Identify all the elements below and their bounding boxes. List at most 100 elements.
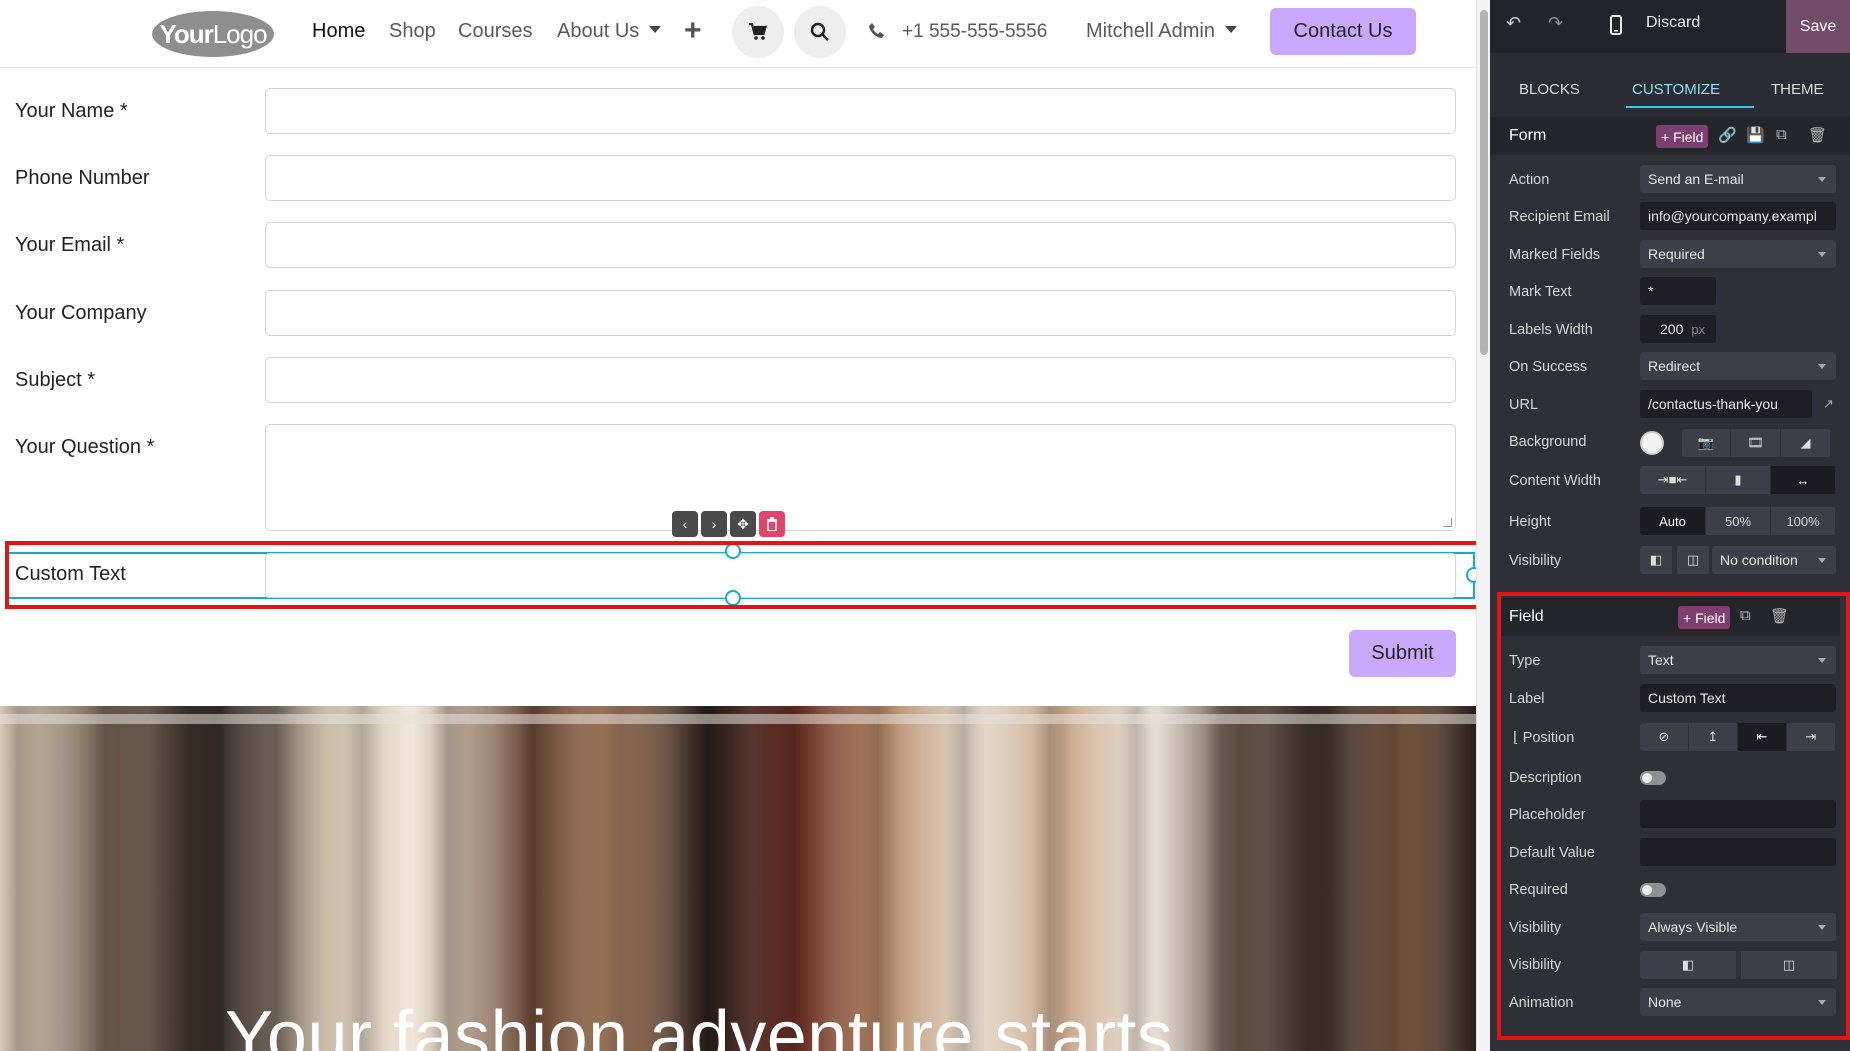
- nav-about-us[interactable]: About Us: [557, 20, 662, 43]
- cart-button[interactable]: [732, 6, 784, 58]
- url-input[interactable]: /contactus-thank-you: [1640, 390, 1812, 418]
- redo-icon[interactable]: ↷: [1548, 13, 1563, 34]
- mark-text-input[interactable]: *: [1640, 277, 1716, 305]
- height-50-button[interactable]: 50%: [1706, 507, 1771, 535]
- chevron-down-icon: [1224, 26, 1237, 33]
- url-label: URL: [1509, 397, 1539, 413]
- field-panel-highlight: [1497, 592, 1850, 1040]
- content-width-narrow-button[interactable]: ⇥■⇤: [1640, 466, 1706, 494]
- background-gradient-button[interactable]: ◢: [1781, 429, 1831, 457]
- hide-desktop-button[interactable]: ◧: [1640, 546, 1673, 574]
- desktop-hidden-icon: ◧: [1649, 552, 1663, 567]
- mobile-preview-icon[interactable]: [1610, 15, 1622, 35]
- logo-text-light: Logo: [212, 18, 268, 49]
- action-label: Action: [1509, 172, 1550, 188]
- recipient-email-input[interactable]: info@yourcompany.exampl: [1640, 202, 1836, 230]
- external-link-icon[interactable]: ↗: [1823, 396, 1834, 412]
- undo-icon[interactable]: ↶: [1506, 13, 1521, 34]
- form-row-name: Your Name *: [0, 88, 1476, 138]
- content-width-full-button[interactable]: ↔: [1771, 466, 1836, 494]
- field-label: Your Company: [15, 302, 147, 324]
- form-row-phone: Phone Number: [0, 155, 1476, 205]
- height-options: Auto 50% 100%: [1640, 507, 1836, 535]
- top-navbar: Your Logo Home Shop Courses About Us + +1…: [0, 0, 1476, 68]
- field-label: Your Question *: [15, 436, 155, 458]
- link-icon[interactable]: 🔗: [1718, 126, 1737, 144]
- search-button[interactable]: [794, 6, 846, 58]
- highlight-box: [5, 541, 1476, 609]
- form-row-email: Your Email *: [0, 222, 1476, 272]
- labels-width-input[interactable]: 200 px: [1640, 315, 1716, 343]
- user-menu[interactable]: Mitchell Admin: [1086, 20, 1237, 43]
- field-label: Your Email *: [15, 234, 125, 256]
- tab-theme[interactable]: THEME: [1771, 81, 1824, 98]
- background-video-button[interactable]: 🎞: [1731, 429, 1781, 457]
- field-label: Phone Number: [15, 167, 150, 189]
- drag-move-button[interactable]: ✥: [730, 511, 756, 537]
- delete-snippet-button[interactable]: [759, 511, 785, 537]
- website-preview: Your Logo Home Shop Courses About Us + +1…: [0, 0, 1476, 1051]
- film-icon: 🎞: [1747, 435, 1764, 450]
- background-color-swatch[interactable]: [1640, 431, 1664, 455]
- visibility-condition-value: No condition: [1720, 552, 1798, 568]
- duplicate-icon[interactable]: ⧉: [1776, 126, 1787, 143]
- recipient-email-label: Recipient Email: [1509, 209, 1610, 225]
- full-width-icon: ↔: [1796, 472, 1810, 488]
- name-input[interactable]: [265, 88, 1456, 134]
- on-success-label: On Success: [1509, 359, 1588, 375]
- visibility-condition-select[interactable]: No condition: [1712, 546, 1836, 574]
- form-row-subject: Subject *: [0, 357, 1476, 407]
- trash-icon: [767, 517, 777, 531]
- move-next-button[interactable]: ›: [701, 511, 727, 537]
- add-menu-item-icon[interactable]: +: [684, 14, 702, 48]
- question-textarea[interactable]: [265, 424, 1456, 531]
- nav-shop[interactable]: Shop: [389, 20, 436, 43]
- visibility-device-options: ◧ ◫: [1640, 546, 1710, 574]
- content-width-regular-button[interactable]: ▮: [1706, 466, 1771, 494]
- move-previous-button[interactable]: ‹: [672, 511, 698, 537]
- labels-width-value: 200: [1660, 321, 1684, 337]
- site-logo[interactable]: Your Logo: [152, 11, 274, 57]
- phone-input[interactable]: [265, 155, 1456, 201]
- height-label: Height: [1509, 514, 1551, 530]
- page-scrollbar[interactable]: [1476, 0, 1490, 1051]
- submit-button[interactable]: Submit: [1349, 630, 1456, 677]
- resize-grip-icon[interactable]: [1443, 518, 1452, 527]
- editor-topbar: ↶ ↷ Discard Save: [1490, 0, 1850, 53]
- scrollbar-thumb[interactable]: [1480, 10, 1488, 355]
- field-label: Your Name *: [15, 100, 128, 122]
- email-input[interactable]: [265, 222, 1456, 268]
- marked-fields-label: Marked Fields: [1509, 247, 1601, 263]
- labels-width-label: Labels Width: [1509, 322, 1593, 338]
- tab-blocks[interactable]: BLOCKS: [1519, 81, 1580, 98]
- nav-about-us-label: About Us: [557, 20, 640, 42]
- on-success-value: Redirect: [1648, 358, 1701, 374]
- discard-button[interactable]: Discard: [1646, 14, 1700, 32]
- height-auto-button[interactable]: Auto: [1640, 507, 1706, 535]
- on-success-select[interactable]: Redirect: [1640, 352, 1836, 380]
- marked-fields-select[interactable]: Required: [1640, 240, 1836, 268]
- height-100-button[interactable]: 100%: [1771, 507, 1836, 535]
- delete-icon[interactable]: 🗑: [1808, 126, 1827, 144]
- form-section-header: Form + Field 🔗 💾 ⧉ 🗑: [1490, 117, 1850, 155]
- phone-number[interactable]: +1 555-555-5556: [902, 21, 1047, 43]
- mark-text-label: Mark Text: [1509, 284, 1572, 300]
- company-input[interactable]: [265, 290, 1456, 336]
- background-image-button[interactable]: 📷: [1682, 429, 1731, 457]
- action-select[interactable]: Send an E-mail: [1640, 165, 1836, 193]
- save-snippet-icon[interactable]: 💾: [1746, 126, 1765, 144]
- search-icon: [810, 22, 829, 41]
- visibility-label: Visibility: [1509, 553, 1562, 569]
- nav-home[interactable]: Home: [312, 20, 365, 43]
- save-button[interactable]: Save: [1786, 0, 1850, 53]
- labels-width-unit: px: [1691, 321, 1706, 337]
- subject-input[interactable]: [265, 357, 1456, 403]
- hide-mobile-button[interactable]: ◫: [1677, 546, 1710, 574]
- add-field-button[interactable]: + Field: [1656, 125, 1709, 148]
- nav-courses[interactable]: Courses: [458, 20, 532, 43]
- logo-text-bold: Your: [159, 18, 213, 49]
- tab-customize[interactable]: CUSTOMIZE: [1632, 81, 1720, 98]
- chevron-down-icon: [1818, 364, 1826, 369]
- contact-us-button[interactable]: Contact Us: [1270, 8, 1416, 55]
- user-name: Mitchell Admin: [1086, 20, 1215, 42]
